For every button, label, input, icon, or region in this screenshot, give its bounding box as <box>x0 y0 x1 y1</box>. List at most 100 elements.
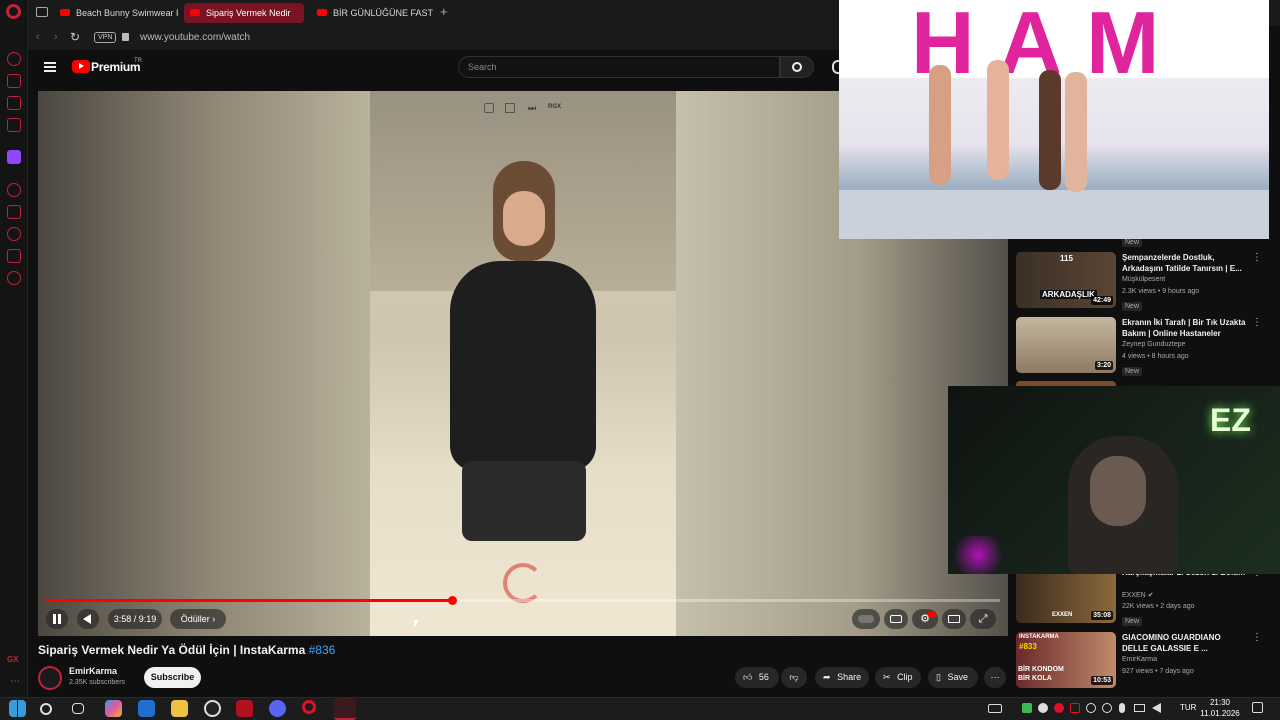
like-button[interactable]: 👍︎ 56 <box>735 667 779 688</box>
windows-start-icon[interactable] <box>9 700 26 717</box>
url-field[interactable]: www.youtube.com/watch <box>140 32 250 43</box>
discord-icon[interactable] <box>269 700 286 717</box>
reload-icon[interactable]: ↻ <box>70 30 80 44</box>
related-video-item[interactable]: EXXEN 35:08 Karşılaşmalar 2. Sezon 1. Bö… <box>1016 567 1268 627</box>
related-thumbnail[interactable]: EXXEN 35:08 <box>1016 567 1116 623</box>
neon-accent <box>948 536 1008 574</box>
autoplay-toggle[interactable] <box>852 609 880 629</box>
microphone-icon[interactable] <box>1119 703 1125 713</box>
fullscreen-button[interactable]: ⤢ <box>970 609 996 629</box>
related-title[interactable]: GIACOMINO GUARDIANO DELLE GALASSIE E ... <box>1122 632 1246 654</box>
related-thumbnail[interactable]: INSTAKARMA #833 BİR KONDOM BİR KOLA 10:5… <box>1016 632 1116 688</box>
network-icon[interactable] <box>1134 704 1145 712</box>
extensions-icon[interactable] <box>7 249 21 263</box>
popout-icon[interactable] <box>505 103 515 113</box>
skip-icon[interactable]: ⏭ <box>528 103 536 114</box>
gx-icon[interactable]: GX <box>7 655 19 664</box>
pip-close-icon[interactable] <box>1249 4 1263 18</box>
hd-badge <box>928 612 936 617</box>
search-button[interactable] <box>780 56 814 78</box>
new-tab-button[interactable]: + <box>440 4 448 19</box>
save-button[interactable]: ▯ Save <box>928 667 978 688</box>
related-channel[interactable]: EXXEN ✔ <box>1122 591 1154 599</box>
runway-model <box>929 65 951 185</box>
tab-siparis[interactable]: Sipariş Vermek Nedir <box>184 3 304 23</box>
search-input[interactable]: Search <box>458 56 780 78</box>
messenger-icon[interactable] <box>7 96 21 110</box>
keyboard-icon[interactable] <box>988 704 1002 713</box>
aria-icon[interactable] <box>7 74 21 88</box>
captions-icon <box>890 615 902 623</box>
opera-logo-icon[interactable] <box>6 4 21 19</box>
related-title[interactable]: Ekranın İki Tarafı | Bir Tık Uzakta Bakı… <box>1122 317 1246 339</box>
more-vertical-icon[interactable]: ⋮ <box>1252 632 1262 643</box>
related-thumbnail[interactable]: 3:20 <box>1016 317 1116 373</box>
opera-gx-taskbar-icon[interactable] <box>334 698 356 720</box>
volume-tray-icon[interactable] <box>1152 703 1161 713</box>
tray-app-icon[interactable] <box>1038 703 1048 713</box>
file-explorer-icon[interactable] <box>171 700 188 717</box>
task-view-icon[interactable] <box>72 703 84 714</box>
premium-logo-text[interactable]: Premium <box>91 60 141 74</box>
more-vertical-icon[interactable]: ⋮ <box>1252 317 1262 328</box>
related-channel[interactable]: EmirKarma <box>1122 656 1157 663</box>
pip-video-overlay[interactable]: HAM <box>839 0 1269 239</box>
channel-name[interactable]: EmirKarma <box>69 666 117 676</box>
tab-beach-bunny[interactable]: Beach Bunny Swimwear F <box>54 3 178 23</box>
video-editor-icon[interactable] <box>236 700 253 717</box>
related-channel[interactable]: Zeynep Gunduztepe <box>1122 341 1185 348</box>
related-thumbnail[interactable]: 115 ARKADAŞLIK 42:49 <box>1016 252 1116 308</box>
forward-icon[interactable]: › <box>54 31 58 43</box>
tray-app-icon[interactable] <box>1086 703 1096 713</box>
tray-app-icon[interactable] <box>1022 703 1032 713</box>
search-taskbar-icon[interactable] <box>40 703 52 715</box>
clock[interactable]: 21:30 11.01.2026 <box>1200 697 1240 719</box>
captions-button[interactable] <box>884 609 908 629</box>
settings-icon[interactable] <box>7 271 21 285</box>
home-icon[interactable] <box>7 52 21 66</box>
subscribe-button[interactable]: Subscribe <box>144 667 201 688</box>
chapter-button[interactable]: Ödüller › <box>170 609 226 629</box>
copilot-icon[interactable] <box>105 700 122 717</box>
player-icon[interactable] <box>7 183 21 197</box>
progress-scrubber[interactable] <box>448 596 457 605</box>
workspaces-icon[interactable] <box>36 7 48 17</box>
copy-icon[interactable] <box>484 103 494 113</box>
dislike-button[interactable]: 👎︎ <box>781 667 807 688</box>
language-indicator[interactable]: TUR <box>1180 703 1196 712</box>
related-video-item[interactable]: 3:20 Ekranın İki Tarafı | Bir Tık Uzakta… <box>1016 317 1268 377</box>
pause-button[interactable] <box>46 609 68 629</box>
tray-app-icon[interactable] <box>1054 703 1064 713</box>
tab-fast-food[interactable]: BİR GÜNLÜĞÜNE FAST FO <box>311 3 435 23</box>
settings-button[interactable]: ⚙ <box>912 609 938 629</box>
menu-icon[interactable] <box>44 62 56 72</box>
notifications-icon[interactable] <box>1252 702 1263 713</box>
twitch-icon[interactable] <box>7 150 21 164</box>
opera-taskbar-icon[interactable] <box>302 700 316 714</box>
mail-icon[interactable] <box>138 700 155 717</box>
back-icon[interactable]: ‹ <box>36 31 40 43</box>
tray-app-icon[interactable] <box>1070 703 1080 713</box>
related-video-item[interactable]: INSTAKARMA #833 BİR KONDOM BİR KOLA 10:5… <box>1016 632 1268 692</box>
volume-button[interactable] <box>77 609 99 629</box>
related-title[interactable]: Şempanzelerde Dostluk, Arkadaşını Tatild… <box>1122 252 1246 274</box>
youtube-logo-icon[interactable] <box>72 60 90 73</box>
pinboard-icon[interactable] <box>7 205 21 219</box>
share-button[interactable]: ➦ Share <box>815 667 869 688</box>
related-channel[interactable]: Müşkülpesent <box>1122 276 1165 283</box>
whatsapp-icon[interactable] <box>7 118 21 132</box>
related-video-item[interactable]: 115 ARKADAŞLIK 42:49 Şempanzelerde Dostl… <box>1016 252 1268 312</box>
more-actions-button[interactable]: ⋯ <box>984 667 1006 688</box>
clip-button[interactable]: ✂ Clip <box>875 667 921 688</box>
obs-icon[interactable] <box>204 700 221 717</box>
more-vertical-icon[interactable]: ⋮ <box>1252 252 1262 263</box>
more-icon[interactable]: ⋯ <box>10 676 20 687</box>
tray-app-icon[interactable] <box>1102 703 1112 713</box>
theater-button[interactable] <box>942 609 966 629</box>
history-icon[interactable] <box>7 227 21 241</box>
vpn-badge[interactable]: VPN <box>94 32 117 43</box>
channel-avatar[interactable] <box>38 666 62 690</box>
thumbnail-text: BİR KONDOM BİR KOLA <box>1018 666 1064 682</box>
video-hashtag[interactable]: #836 <box>309 643 336 657</box>
related-meta: 4 views • 8 hours ago <box>1122 353 1189 360</box>
